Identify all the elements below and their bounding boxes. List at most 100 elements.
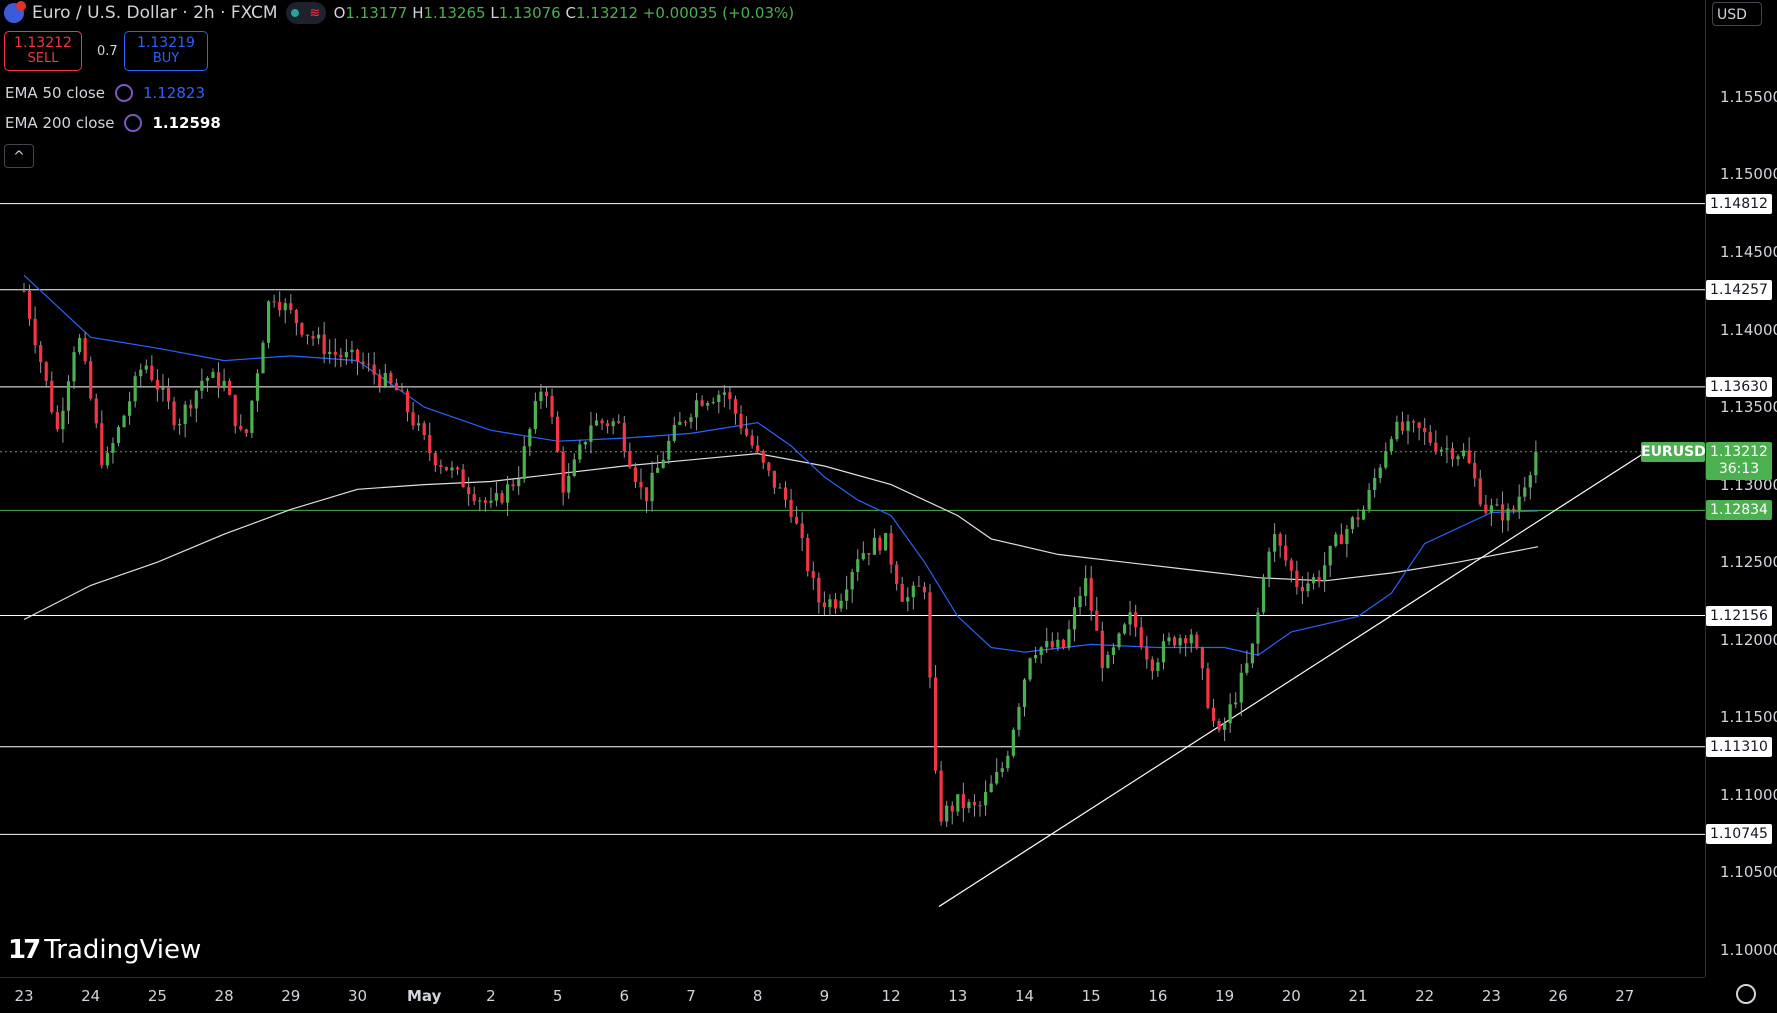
candle-body[interactable]: [1389, 439, 1393, 452]
candle-body[interactable]: [344, 351, 348, 358]
candle-body[interactable]: [261, 342, 265, 374]
candle-body[interactable]: [678, 421, 682, 425]
candle-body[interactable]: [161, 386, 165, 390]
candle-body[interactable]: [1228, 704, 1232, 724]
candle-body[interactable]: [1373, 477, 1377, 490]
candle-body[interactable]: [1184, 638, 1188, 644]
candle-body[interactable]: [33, 318, 37, 346]
candle-body[interactable]: [1517, 496, 1521, 511]
candle-body[interactable]: [861, 553, 865, 560]
candle-body[interactable]: [1489, 505, 1493, 513]
candle-body[interactable]: [383, 372, 387, 387]
candle-body[interactable]: [1378, 467, 1382, 478]
candle-body[interactable]: [250, 400, 254, 434]
candle-body[interactable]: [895, 564, 899, 584]
candle-body[interactable]: [667, 440, 671, 460]
candle-body[interactable]: [1234, 702, 1238, 705]
candle-body[interactable]: [583, 441, 587, 445]
candle-body[interactable]: [711, 402, 715, 404]
candle-body[interactable]: [561, 451, 565, 493]
candle-body[interactable]: [1161, 641, 1166, 663]
candle-body[interactable]: [72, 352, 76, 382]
candle-body[interactable]: [467, 487, 471, 495]
candle-body[interactable]: [472, 494, 476, 502]
candle-body[interactable]: [933, 677, 938, 771]
chart-area[interactable]: [0, 0, 1705, 977]
candle-body[interactable]: [1061, 639, 1066, 648]
candle-body[interactable]: [422, 423, 426, 436]
candle-body[interactable]: [211, 372, 215, 378]
candle-body[interactable]: [1495, 504, 1499, 506]
candle-body[interactable]: [550, 395, 554, 417]
candle-body[interactable]: [1478, 478, 1482, 505]
candle-body[interactable]: [461, 469, 465, 488]
candle-body[interactable]: [1267, 551, 1271, 579]
candle-body[interactable]: [228, 380, 232, 395]
candle-body[interactable]: [694, 400, 699, 418]
candle-body[interactable]: [1022, 679, 1027, 707]
candle-body[interactable]: [1289, 560, 1293, 571]
candle-body[interactable]: [500, 493, 504, 503]
candle-body[interactable]: [767, 462, 771, 471]
candle-body[interactable]: [822, 602, 826, 608]
candle-body[interactable]: [939, 770, 943, 822]
candle-body[interactable]: [772, 470, 776, 488]
candle-body[interactable]: [328, 351, 332, 355]
candle-body[interactable]: [706, 403, 710, 406]
candle-body[interactable]: [950, 805, 954, 812]
candle-body[interactable]: [178, 424, 182, 426]
candle-body[interactable]: [233, 394, 237, 427]
candle-body[interactable]: [961, 794, 965, 809]
candle-body[interactable]: [1284, 545, 1288, 561]
candle-body[interactable]: [483, 500, 487, 503]
candle-body[interactable]: [478, 500, 482, 502]
candle-body[interactable]: [27, 290, 32, 319]
candle-body[interactable]: [1072, 607, 1077, 630]
candle-body[interactable]: [172, 401, 176, 426]
candle-body[interactable]: [1334, 534, 1338, 546]
candle-body[interactable]: [928, 592, 932, 678]
candle-body[interactable]: [494, 493, 499, 501]
candle-body[interactable]: [1145, 647, 1149, 660]
candle-body[interactable]: [333, 351, 337, 355]
candle-body[interactable]: [722, 392, 726, 395]
candle-body[interactable]: [1095, 610, 1099, 631]
candle-body[interactable]: [394, 383, 399, 391]
candle-body[interactable]: [305, 334, 310, 337]
candle-body[interactable]: [1473, 462, 1477, 479]
candle-body[interactable]: [1273, 534, 1277, 552]
candle-body[interactable]: [183, 404, 187, 425]
candle-body[interactable]: [589, 425, 593, 442]
candle-body[interactable]: [867, 553, 871, 555]
candle-body[interactable]: [1211, 707, 1216, 721]
candle-body[interactable]: [367, 363, 371, 365]
candle-body[interactable]: [278, 301, 282, 311]
candle-body[interactable]: [272, 301, 276, 303]
trendline[interactable]: [938, 450, 1649, 907]
candle-body[interactable]: [806, 537, 810, 572]
candle-body[interactable]: [44, 362, 48, 381]
candle-body[interactable]: [489, 500, 493, 503]
candle-body[interactable]: [77, 337, 82, 353]
candle-body[interactable]: [1462, 450, 1466, 457]
candle-body[interactable]: [216, 372, 221, 389]
candle-body[interactable]: [89, 361, 93, 399]
candle-body[interactable]: [1328, 545, 1332, 566]
candle-body[interactable]: [1122, 624, 1127, 634]
candle-body[interactable]: [1250, 643, 1254, 664]
candle-body[interactable]: [1439, 449, 1443, 452]
candle-body[interactable]: [1345, 529, 1349, 545]
candle-body[interactable]: [50, 380, 54, 413]
candle-body[interactable]: [372, 364, 376, 375]
candle-body[interactable]: [1134, 612, 1138, 628]
candle-body[interactable]: [1512, 508, 1516, 511]
candle-body[interactable]: [94, 398, 98, 424]
candle-body[interactable]: [55, 412, 59, 430]
candle-body[interactable]: [594, 420, 599, 426]
candle-body[interactable]: [1000, 768, 1004, 772]
candle-body[interactable]: [122, 415, 126, 428]
candle-body[interactable]: [989, 783, 993, 793]
candle-body[interactable]: [717, 394, 721, 403]
candle-body[interactable]: [128, 401, 132, 416]
symbol-title[interactable]: Euro / U.S. Dollar · 2h · FXCM: [32, 3, 278, 23]
